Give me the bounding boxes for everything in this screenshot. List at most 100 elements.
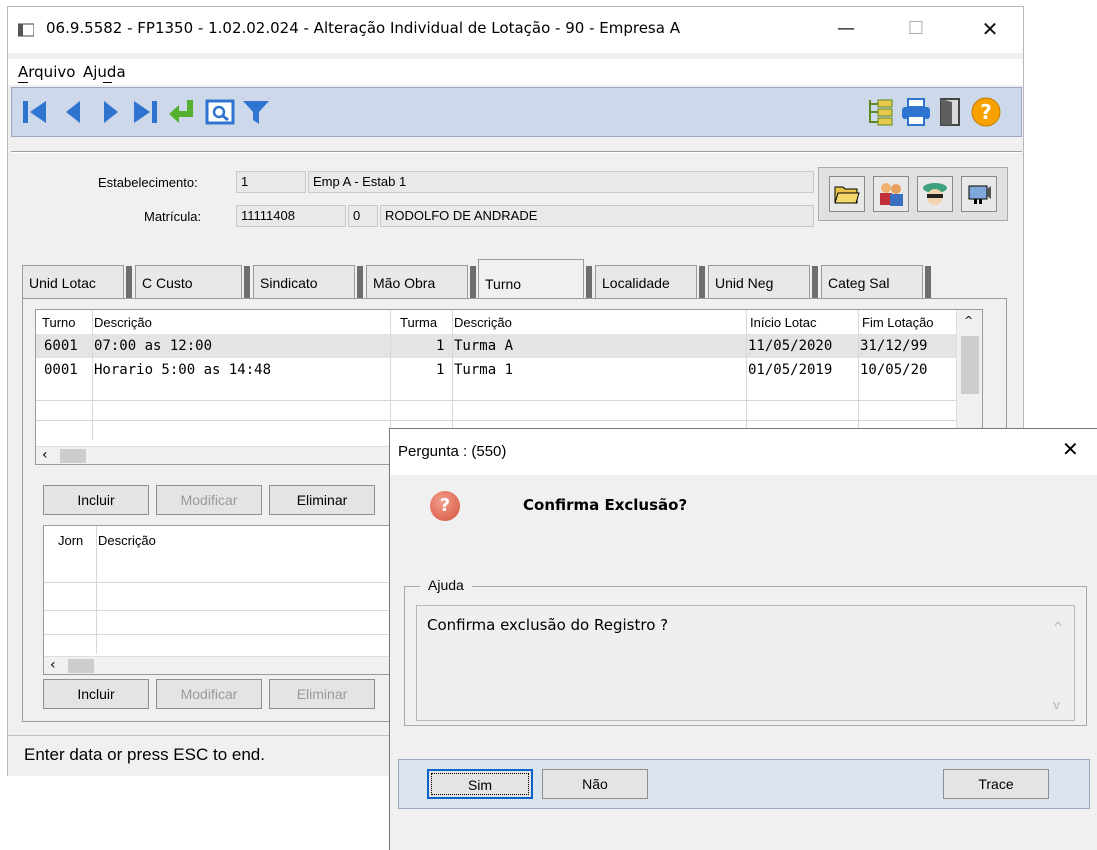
menu-arquivo[interactable]: Arquivo xyxy=(18,63,75,81)
col-header-fim-lotacao[interactable]: Fim Lotação xyxy=(862,315,952,330)
minimize-button[interactable]: — xyxy=(826,13,866,45)
toolbar: ? xyxy=(11,87,1022,137)
tab-label: Turno xyxy=(485,276,522,292)
tab-sindicato[interactable]: Sindicato xyxy=(253,265,355,299)
tab-label: Localidade xyxy=(602,275,670,291)
maximize-button[interactable]: ☐ xyxy=(896,13,936,45)
button-label: Sim xyxy=(467,777,493,793)
col-header-turno[interactable]: Turno xyxy=(42,315,75,330)
cell-inicio-lotac[interactable]: 11/05/2020 xyxy=(748,338,832,354)
matricula-name-field: RODOLFO DE ANDRADE xyxy=(380,205,814,227)
col-header-descricao[interactable]: Descrição xyxy=(94,315,152,330)
tab-divider xyxy=(244,266,250,298)
incluir-button[interactable]: Incluir xyxy=(43,485,149,515)
close-button[interactable]: ✕ xyxy=(970,13,1010,45)
scroll-up-icon[interactable]: ^ xyxy=(1053,620,1063,634)
help-legend: Ajuda xyxy=(420,577,472,593)
col-header-descricao[interactable]: Descrição xyxy=(98,533,156,548)
col-header-turma[interactable]: Turma xyxy=(400,315,437,330)
cell-turno[interactable]: 0001 xyxy=(44,362,78,378)
matricula-code-field[interactable]: 11111408 xyxy=(236,205,346,227)
tab-label: Mão Obra xyxy=(373,275,436,291)
tab-turno[interactable]: Turno xyxy=(478,259,584,299)
video-button[interactable] xyxy=(961,176,997,212)
svg-text:?: ? xyxy=(980,100,992,124)
button-label: Não xyxy=(582,776,608,792)
first-record-icon[interactable] xyxy=(20,96,52,128)
tab-categ-sal[interactable]: Categ Sal xyxy=(821,265,923,299)
col-header-jorn[interactable]: Jorn xyxy=(58,533,83,548)
last-record-icon[interactable] xyxy=(130,96,162,128)
tab-mao-obra[interactable]: Mão Obra xyxy=(366,265,468,299)
cell-turma[interactable]: 1 xyxy=(436,338,444,354)
trace-button[interactable]: Trace xyxy=(943,769,1049,799)
cell-inicio-lotac[interactable]: 01/05/2019 xyxy=(748,362,832,378)
button-label: Eliminar xyxy=(296,686,348,702)
button-label: Modificar xyxy=(180,492,238,508)
incluir-jornada-button[interactable]: Incluir xyxy=(43,679,149,709)
cell-descricao[interactable]: Horario 5:00 as 14:48 xyxy=(94,362,271,378)
matricula-label: Matrícula: xyxy=(144,209,202,224)
nao-button[interactable]: Não xyxy=(542,769,648,799)
tab-label: Categ Sal xyxy=(828,275,890,291)
tab-unid-lotac[interactable]: Unid Lotac xyxy=(22,265,124,299)
cell-descricao-turma[interactable]: Turma 1 xyxy=(454,362,513,378)
tab-divider xyxy=(357,266,363,298)
spy-icon xyxy=(923,183,947,205)
eliminar-button[interactable]: Eliminar xyxy=(269,485,375,515)
prev-record-icon[interactable] xyxy=(58,96,90,128)
sim-button[interactable]: Sim xyxy=(427,769,533,799)
dialog-close-button[interactable]: ✕ xyxy=(1062,437,1079,461)
scroll-thumb[interactable] xyxy=(68,659,94,673)
help-icon[interactable]: ? xyxy=(970,96,1002,128)
people-icon xyxy=(880,183,903,206)
search-zoom-icon[interactable] xyxy=(204,96,236,128)
cell-fim-lotacao[interactable]: 31/12/99 xyxy=(860,338,950,354)
vertical-scrollbar[interactable]: ^ xyxy=(956,310,982,440)
people-button[interactable] xyxy=(873,176,909,212)
folder-button[interactable] xyxy=(829,176,865,212)
help-textarea[interactable]: Confirma exclusão do Registro ? ^ v xyxy=(416,605,1075,721)
print-icon[interactable] xyxy=(900,96,932,128)
menu-ajuda-label: Ajuda xyxy=(83,63,126,81)
exit-door-icon[interactable] xyxy=(934,96,966,128)
col-header-descricao-turma[interactable]: Descrição xyxy=(454,315,512,330)
tab-unid-neg[interactable]: Unid Neg xyxy=(708,265,810,299)
cell-turno[interactable]: 6001 xyxy=(44,338,78,354)
action-button-panel xyxy=(818,167,1008,221)
separator xyxy=(11,151,1022,153)
spy-button[interactable] xyxy=(917,176,953,212)
goto-return-icon[interactable] xyxy=(166,96,198,128)
app-icon xyxy=(18,23,34,37)
confirm-dialog: Pergunta : (550) ✕ ? Confirma Exclusão? … xyxy=(389,428,1097,850)
next-record-icon[interactable] xyxy=(94,96,126,128)
scroll-left-icon[interactable]: ‹ xyxy=(50,657,56,673)
scroll-left-icon[interactable]: ‹ xyxy=(42,447,48,463)
menu-ajuda-mnemonic xyxy=(103,82,112,83)
row-divider xyxy=(36,420,956,421)
tree-icon[interactable] xyxy=(864,96,896,128)
col-header-inicio-lotac[interactable]: Início Lotac xyxy=(750,315,817,330)
scroll-thumb[interactable] xyxy=(60,449,86,463)
button-label: Modificar xyxy=(180,686,238,702)
tab-c-custo[interactable]: C Custo xyxy=(135,265,242,299)
modificar-jornada-button[interactable]: Modificar xyxy=(156,679,262,709)
tab-localidade[interactable]: Localidade xyxy=(595,265,697,299)
tab-divider xyxy=(925,266,931,298)
eliminar-jornada-button[interactable]: Eliminar xyxy=(269,679,375,709)
filter-icon[interactable] xyxy=(240,96,272,128)
cell-descricao-turma[interactable]: Turma A xyxy=(454,338,513,354)
cell-turma[interactable]: 1 xyxy=(436,362,444,378)
estabelecimento-code-field[interactable]: 1 xyxy=(236,171,306,193)
scroll-down-icon[interactable]: v xyxy=(1053,698,1060,712)
estabelecimento-name-field: Emp A - Estab 1 xyxy=(308,171,814,193)
tab-divider xyxy=(812,266,818,298)
cell-descricao[interactable]: 07:00 as 12:00 xyxy=(94,338,212,354)
camera-icon xyxy=(968,185,991,204)
modificar-button[interactable]: Modificar xyxy=(156,485,262,515)
cell-fim-lotacao[interactable]: 10/05/20 xyxy=(860,362,950,378)
menu-ajuda[interactable]: Ajuda xyxy=(83,63,126,81)
scroll-up-icon[interactable]: ^ xyxy=(964,314,973,327)
scroll-thumb[interactable] xyxy=(961,336,979,394)
tab-divider xyxy=(586,266,592,298)
